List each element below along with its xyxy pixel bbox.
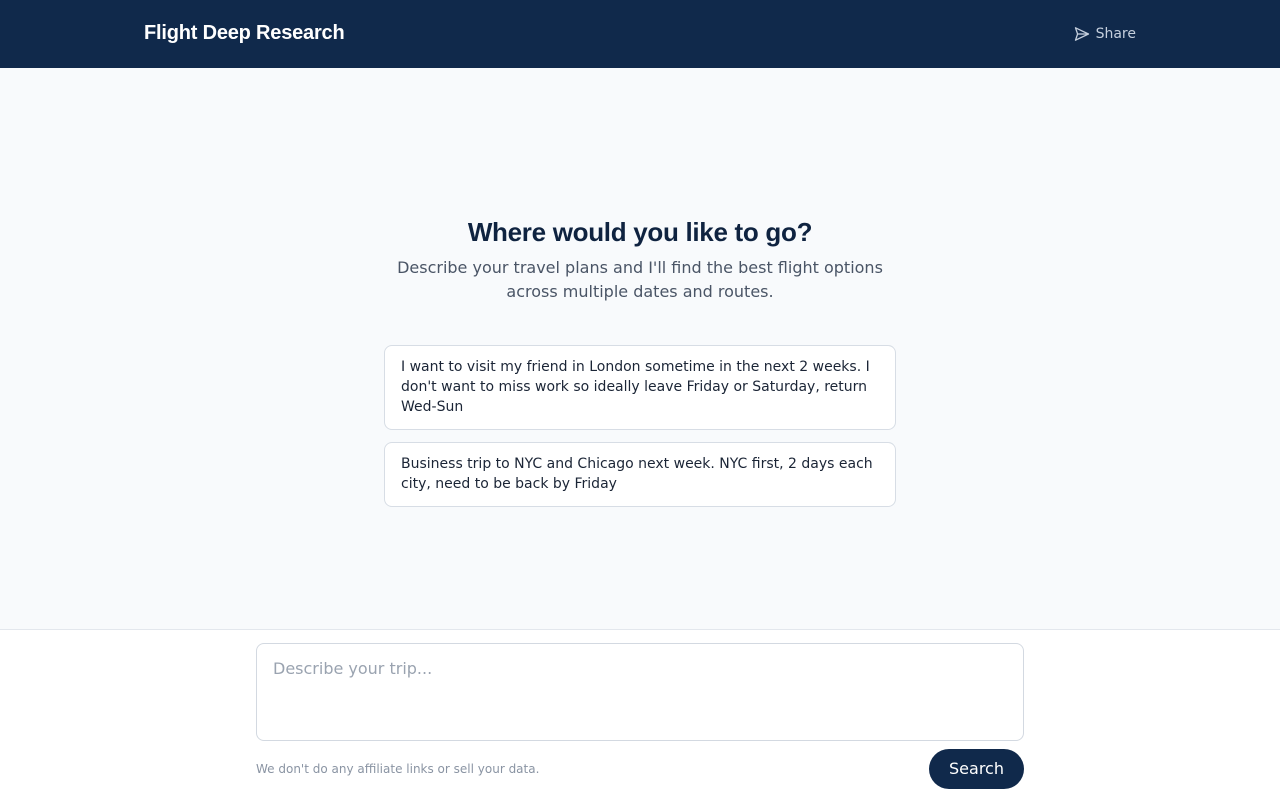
top-bar: Flight Deep Research Share <box>0 0 1280 68</box>
app-title: Flight Deep Research <box>144 22 345 44</box>
suggestion-list: I want to visit my friend in London some… <box>384 345 896 507</box>
hero: Where would you like to go? Describe you… <box>0 214 1280 304</box>
suggestion-card[interactable]: Business trip to NYC and Chicago next we… <box>384 442 896 507</box>
share-button[interactable]: Share <box>1074 24 1136 44</box>
suggestion-card[interactable]: I want to visit my friend in London some… <box>384 345 896 430</box>
page-subtitle: Describe your travel plans and I'll find… <box>397 258 883 301</box>
send-icon <box>1074 26 1090 42</box>
share-label: Share <box>1095 26 1136 42</box>
page-title: Where would you like to go? <box>467 217 813 247</box>
trip-input[interactable] <box>256 643 1024 741</box>
composer: We don't do any affiliate links or sell … <box>0 629 1280 800</box>
privacy-disclaimer: We don't do any affiliate links or sell … <box>256 762 540 776</box>
search-button[interactable]: Search <box>929 749 1024 789</box>
